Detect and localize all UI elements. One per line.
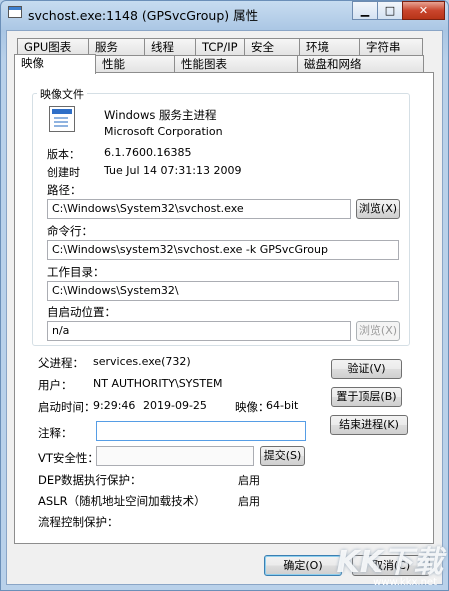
tab-strings[interactable]: 字符串: [359, 38, 423, 56]
image-bits-value: 64-bit: [266, 399, 299, 412]
version-label: 版本：: [47, 148, 80, 161]
process-icon: [8, 6, 22, 18]
created-label: 创建时: [47, 166, 80, 179]
parent-label: 父进程：: [38, 356, 84, 370]
vt-label: VT安全性：: [38, 451, 99, 465]
cmdline-field[interactable]: C:\Windows\system32\svchost.exe -k GPSvc…: [47, 240, 399, 260]
maximize-button[interactable]: □: [377, 1, 403, 20]
cmdline-label: 命令行：: [47, 224, 93, 238]
start-time-label: 启动时间：: [38, 400, 96, 414]
start-time-value: 9:29:46: [93, 399, 136, 412]
version-value: 6.1.7600.16385: [104, 146, 192, 159]
user-label: 用户：: [38, 378, 73, 392]
aslr-label: ASLR（随机地址空间加载技术）: [38, 494, 206, 508]
bring-to-front-button[interactable]: 置于顶层(B): [331, 387, 402, 407]
tab-security[interactable]: 安全: [244, 38, 300, 56]
kill-process-button[interactable]: 结束进程(K): [330, 415, 408, 435]
browse-path-button[interactable]: 浏览(X): [356, 199, 400, 219]
image-bits-label: 映像：: [235, 400, 270, 414]
vt-field[interactable]: [96, 446, 254, 466]
verify-button[interactable]: 验证(V): [331, 359, 402, 379]
image-file-group-title: 映像文件: [37, 86, 87, 102]
minimize-button[interactable]: ▁: [352, 1, 378, 20]
tab-tcpip[interactable]: TCP/IP: [195, 38, 245, 56]
dep-value: 启用: [238, 474, 260, 487]
ok-button[interactable]: 确定(O): [264, 555, 342, 576]
close-button[interactable]: ✕: [402, 1, 445, 20]
kk-watermark-site: www.kkx.net: [373, 577, 437, 588]
start-date-value: 2019-09-25: [143, 399, 207, 412]
workdir-label: 工作目录：: [47, 265, 105, 279]
comment-input[interactable]: [96, 421, 306, 441]
autostart-field[interactable]: n/a: [47, 321, 351, 341]
tab-threads[interactable]: 线程: [144, 38, 196, 56]
executable-icon: [49, 106, 75, 132]
autostart-label: 自启动位置：: [47, 305, 116, 319]
comment-label: 注释：: [38, 426, 73, 440]
tab-performance[interactable]: 性能: [95, 55, 175, 73]
aslr-value: 启用: [238, 495, 260, 508]
window-title: svchost.exe:1148 (GPSvcGroup) 属性: [28, 8, 259, 23]
tab-performance-graph[interactable]: 性能图表: [174, 55, 298, 73]
tab-disk-network[interactable]: 磁盘和网络: [297, 55, 424, 73]
cfg-label: 流程控制保护：: [38, 515, 119, 529]
tab-environment[interactable]: 环境: [299, 38, 360, 56]
tab-image[interactable]: 映像: [14, 54, 96, 74]
path-field[interactable]: C:\Windows\System32\svchost.exe: [47, 199, 351, 219]
path-label: 路径：: [47, 183, 82, 197]
created-value: Tue Jul 14 07:31:13 2009: [104, 164, 242, 177]
file-description: Windows 服务主进程: [104, 108, 217, 122]
kk-watermark-logo: KK下载: [336, 545, 444, 580]
user-value: NT AUTHORITY\SYSTEM: [93, 377, 223, 390]
submit-vt-button[interactable]: 提交(S): [260, 446, 305, 466]
dep-label: DEP数据执行保护：: [38, 473, 142, 487]
browse-autostart-button[interactable]: 浏览(X): [356, 321, 400, 341]
parent-value: services.exe(732): [93, 355, 191, 368]
workdir-field[interactable]: C:\Windows\System32\: [47, 281, 399, 301]
tab-services[interactable]: 服务: [88, 38, 145, 56]
company-name: Microsoft Corporation: [104, 125, 223, 138]
